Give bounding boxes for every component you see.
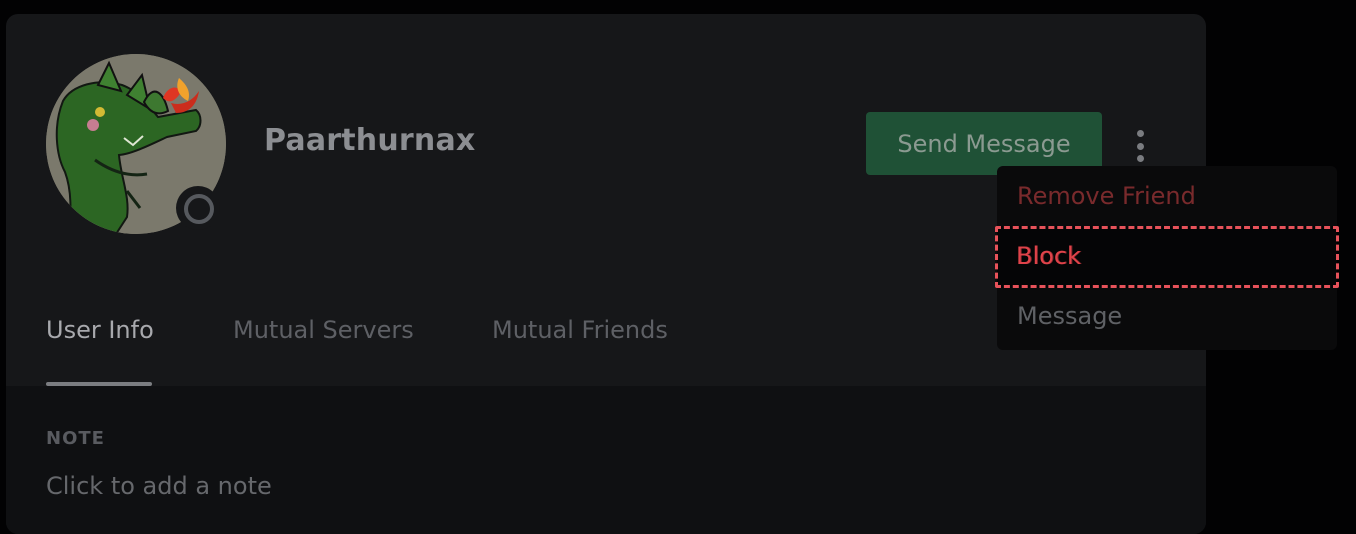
block-highlight-label[interactable]: Block xyxy=(1016,242,1081,270)
username: Paarthurnax xyxy=(264,123,476,158)
tab-mutual-friends[interactable]: Mutual Friends xyxy=(492,316,668,344)
user-info-panel: NOTE Click to add a note xyxy=(6,386,1206,534)
note-input[interactable]: Click to add a note xyxy=(46,472,272,500)
tab-mutual-servers[interactable]: Mutual Servers xyxy=(233,316,414,344)
ellipsis-dot-icon xyxy=(1136,155,1144,162)
ellipsis-dot-icon xyxy=(1136,130,1144,137)
ellipsis-dot-icon xyxy=(1136,142,1144,150)
offline-status-icon xyxy=(176,186,220,230)
vertical-ellipsis-icon[interactable] xyxy=(1128,126,1152,166)
note-title: NOTE xyxy=(46,428,105,449)
block-focus-outline[interactable]: Block xyxy=(995,226,1339,288)
remove-friend-menu-item[interactable]: Remove Friend xyxy=(1017,182,1196,210)
tab-user-info[interactable]: User Info xyxy=(46,316,154,344)
message-menu-item[interactable]: Message xyxy=(1017,302,1122,330)
